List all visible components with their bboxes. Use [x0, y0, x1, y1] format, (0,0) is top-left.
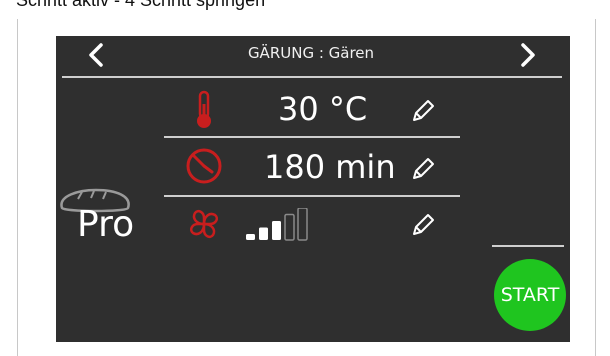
- program-label: Pro: [77, 204, 135, 245]
- start-button[interactable]: START: [494, 259, 566, 331]
- row-divider: [164, 136, 460, 138]
- thermometer-icon: [184, 90, 224, 130]
- pencil-icon: [413, 214, 434, 235]
- row-divider: [164, 195, 460, 197]
- fan-level-bar: [246, 234, 255, 240]
- pencil-icon: [413, 100, 434, 121]
- timer-icon: [184, 146, 224, 186]
- fan-level-bar: [284, 213, 295, 241]
- control-screen: GÄRUNG : Gären 30 °C 180 min Pro START: [56, 36, 570, 342]
- edit-temperature-button[interactable]: [410, 98, 436, 124]
- fan-level-indicator: [246, 208, 308, 241]
- fan-level-bar: [259, 227, 268, 240]
- chevron-right-icon: [521, 43, 535, 67]
- step-title: GÄRUNG : Gären: [247, 44, 375, 62]
- chevron-left-icon: [89, 43, 103, 67]
- prev-step-button[interactable]: [82, 40, 110, 70]
- edit-time-button[interactable]: [410, 156, 436, 182]
- fan-level-bar: [297, 208, 308, 241]
- top-caption: Schritt aktiv - 4 Schritt springen: [16, 0, 266, 10]
- time-value: 180 min: [264, 148, 396, 186]
- fan-level-bar: [272, 221, 281, 240]
- edit-fan-button[interactable]: [410, 212, 436, 238]
- header-divider: [62, 76, 562, 78]
- start-divider: [492, 245, 564, 247]
- next-step-button[interactable]: [514, 40, 542, 70]
- pencil-icon: [413, 158, 434, 179]
- temperature-value: 30 °C: [278, 90, 368, 128]
- fan-icon: [184, 204, 224, 244]
